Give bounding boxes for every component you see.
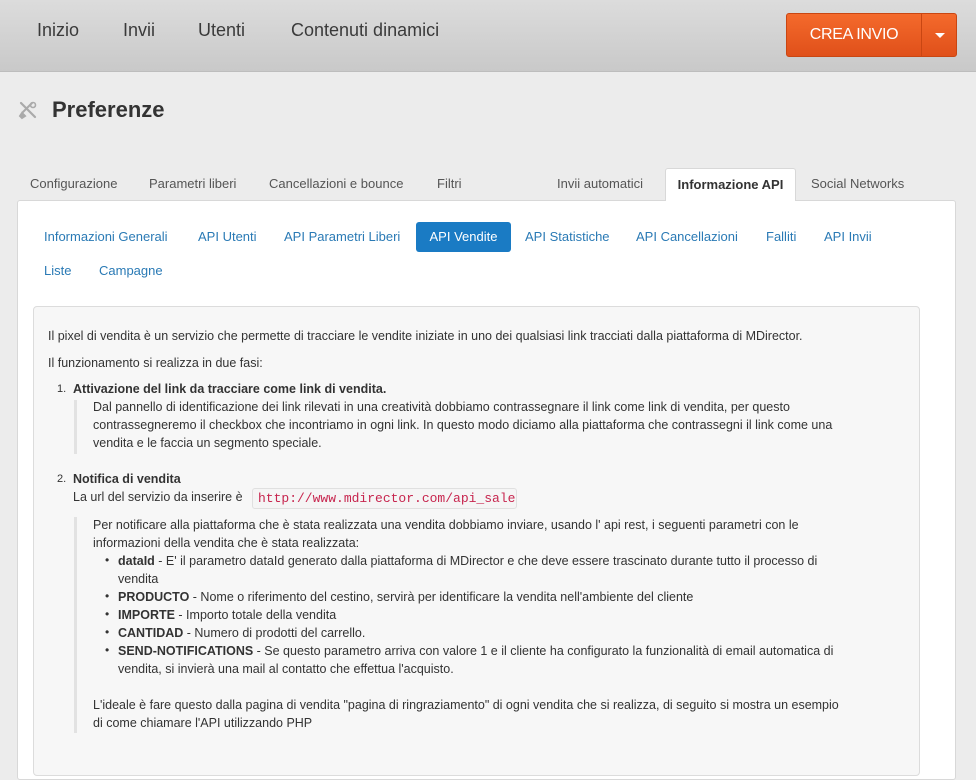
nav-contenuti-dinamici[interactable]: Contenuti dinamici <box>291 20 439 41</box>
subtab-campagne[interactable]: Campagne <box>99 263 163 278</box>
subtab-api-cancellazioni[interactable]: API Cancellazioni <box>636 229 738 244</box>
param-item: IMPORTE - Importo totale della vendita <box>118 608 336 622</box>
param-name: PRODUCTO <box>118 590 190 604</box>
tab-configurazione[interactable]: Configurazione <box>30 176 117 191</box>
subtab-informazioni-generali[interactable]: Informazioni Generali <box>44 229 168 244</box>
step-2-line: Per notificare alla piattaforma che è st… <box>93 518 799 532</box>
service-url-label: La url del servizio da inserire è <box>73 490 243 504</box>
subtab-api-invii[interactable]: API Invii <box>824 229 872 244</box>
top-navbar: Inizio Invii Utenti Contenuti dinamici C… <box>0 0 976 72</box>
tab-filtri[interactable]: Filtri <box>437 176 462 191</box>
bullet-icon: • <box>105 553 110 567</box>
bullet-icon: • <box>105 625 110 639</box>
subtab-api-parametri-liberi[interactable]: API Parametri Liberi <box>284 229 400 244</box>
step-2-line: informazioni della vendita che è stata r… <box>93 536 360 550</box>
tab-invii-automatici[interactable]: Invii automatici <box>557 176 643 191</box>
param-name: SEND-NOTIFICATIONS <box>118 644 254 658</box>
param-name: IMPORTE <box>118 608 175 622</box>
param-name: dataId <box>118 554 155 568</box>
nav-invii[interactable]: Invii <box>123 20 155 41</box>
create-send-dropdown-button[interactable] <box>921 14 956 56</box>
step-2-title: Notifica di vendita <box>73 472 181 486</box>
subtab-liste[interactable]: Liste <box>44 263 71 278</box>
param-item: SEND-NOTIFICATIONS - Se questo parametro… <box>118 644 833 658</box>
step-1-line: vendita e le faccia un segmento speciale… <box>93 436 322 450</box>
tab-parametri-liberi[interactable]: Parametri liberi <box>149 176 236 191</box>
subtab-api-statistiche[interactable]: API Statistiche <box>525 229 610 244</box>
step-1-number: 1. <box>57 383 67 395</box>
step-2-quote-bar <box>74 517 77 733</box>
param-desc: - Se questo parametro arriva con valore … <box>253 644 834 658</box>
tools-icon <box>18 101 37 120</box>
chevron-down-icon <box>935 32 945 38</box>
intro-paragraph: Il pixel di vendita è un servizio che pe… <box>48 329 803 343</box>
tab-social-networks[interactable]: Social Networks <box>811 176 904 191</box>
nav-utenti[interactable]: Utenti <box>198 20 245 41</box>
bullet-icon: • <box>105 589 110 603</box>
param-item: PRODUCTO - Nome o riferimento del cestin… <box>118 590 693 604</box>
param-desc-cont: vendita, si invierà una mail al contatto… <box>118 662 454 676</box>
step-1-quote-bar <box>74 400 77 454</box>
create-send-button-group: CREA INVIO <box>786 13 957 57</box>
bullet-icon: • <box>105 607 110 621</box>
step-1-line: Dal pannello di identificazione dei link… <box>93 400 790 414</box>
param-item: dataId - E' il parametro dataId generato… <box>118 554 817 568</box>
param-name: CANTIDAD <box>118 626 184 640</box>
param-item: CANTIDAD - Numero di prodotti del carrel… <box>118 626 365 640</box>
service-url-code: http://www.mdirector.com/api_sale <box>252 488 517 509</box>
subtab-api-utenti[interactable]: API Utenti <box>198 229 257 244</box>
param-desc-cont: vendita <box>118 572 159 586</box>
nav-inizio[interactable]: Inizio <box>37 20 79 41</box>
step-1-title: Attivazione del link da tracciare come l… <box>73 382 387 396</box>
subtab-falliti[interactable]: Falliti <box>766 229 796 244</box>
param-desc: - Nome o riferimento del cestino, servir… <box>189 590 694 604</box>
bullet-icon: • <box>105 643 110 657</box>
intro-phases: Il funzionamento si realizza in due fasi… <box>48 356 263 370</box>
create-send-button[interactable]: CREA INVIO <box>787 14 921 56</box>
step-2-number: 2. <box>57 473 67 485</box>
closing-line: di come chiamare l'API utilizzando PHP <box>93 716 313 730</box>
page-title: Preferenze <box>52 97 165 122</box>
tab-cancellazioni-bounce[interactable]: Cancellazioni e bounce <box>269 176 403 191</box>
step-1-line: contrassegneremo il checkbox che incontr… <box>93 418 833 432</box>
param-desc: - Importo totale della vendita <box>174 608 337 622</box>
param-desc: - Numero di prodotti del carrello. <box>183 626 366 640</box>
tab-informazione-api[interactable]: Informazione API <box>665 168 796 201</box>
param-desc: - E' il parametro dataId generato dalla … <box>154 554 818 568</box>
subtab-api-vendite[interactable]: API Vendite <box>416 222 511 252</box>
closing-line: L'ideale è fare questo dalla pagina di v… <box>93 698 839 712</box>
